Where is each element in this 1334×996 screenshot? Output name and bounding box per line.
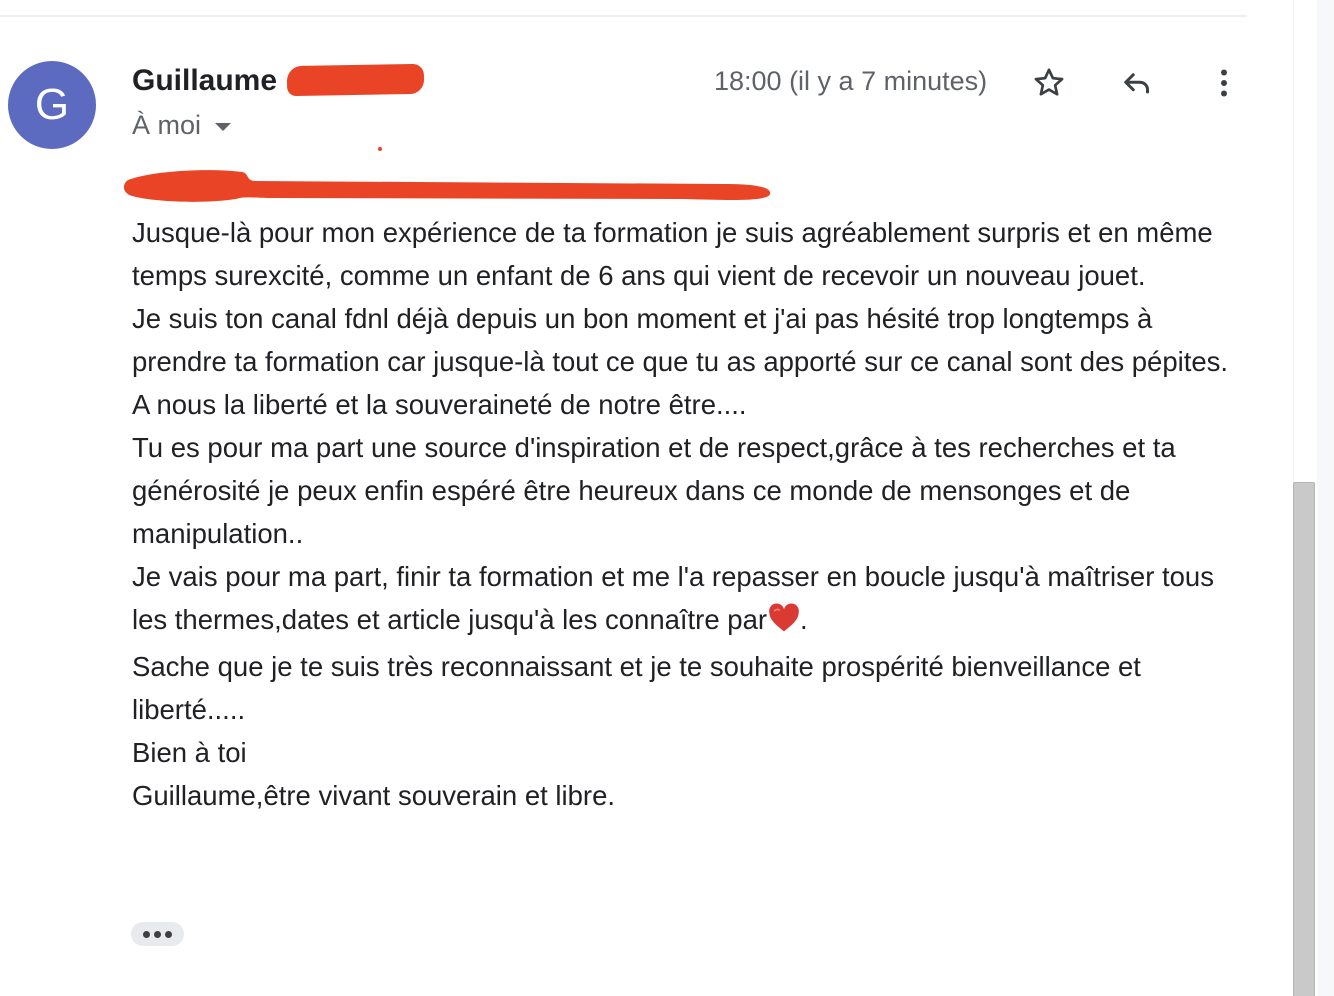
body-paragraph: Je suis ton canal fdnl déjà depuis un bo… (132, 303, 1229, 377)
body-paragraph: Tu es pour ma part une source d'inspirat… (132, 432, 1176, 549)
scrollbar-thumb[interactable] (1293, 482, 1315, 996)
body-paragraph: A nous la liberté et la souveraineté de … (132, 389, 747, 420)
recipient-details-toggle[interactable]: À moi (132, 110, 232, 141)
redaction-mark (286, 63, 425, 97)
ellipsis-dot-icon (165, 930, 172, 938)
sender-avatar[interactable]: G (8, 61, 96, 149)
message-body: Jusque-là pour mon expérience de ta form… (132, 211, 1252, 817)
ellipsis-dot-icon (143, 930, 150, 938)
reply-icon (1124, 73, 1149, 94)
star-outline-icon (1034, 68, 1064, 96)
star-button[interactable] (1027, 61, 1071, 105)
message-timestamp: 18:00 (il y a 7 minutes) (714, 66, 988, 96)
reply-button[interactable] (1115, 61, 1159, 105)
caret-down-icon (215, 123, 232, 131)
more-vertical-icon (1221, 69, 1227, 97)
redaction-mark (124, 170, 771, 202)
body-paragraph-with-heart: Je vais pour ma part, finir ta formation… (132, 555, 1252, 645)
body-paragraph: Bien à toi (132, 737, 247, 768)
body-paragraph-text: Je vais pour ma part, finir ta formation… (132, 561, 1214, 635)
body-paragraph: Sache que je te suis très reconnaissant … (132, 651, 1141, 725)
redaction-mark (378, 147, 382, 151)
body-paragraph: Jusque-là pour mon expérience de ta form… (132, 217, 1213, 291)
avatar-letter: G (34, 80, 70, 129)
more-options-button[interactable] (1202, 61, 1246, 105)
recipient-label: À moi (132, 110, 202, 140)
heart-suffix: . (800, 604, 808, 635)
side-panel-gutter (1317, 0, 1334, 996)
email-view: G Guillaume À moi 18:00 (il y a 7 minute… (0, 0, 1334, 996)
header-divider (0, 15, 1247, 17)
signature: Guillaume,être vivant souverain et libre… (132, 780, 616, 811)
sender-name[interactable]: Guillaume (132, 64, 277, 98)
ellipsis-dot-icon (154, 930, 161, 938)
heart-emoji-icon (768, 602, 800, 645)
show-trimmed-content-button[interactable] (131, 922, 184, 946)
